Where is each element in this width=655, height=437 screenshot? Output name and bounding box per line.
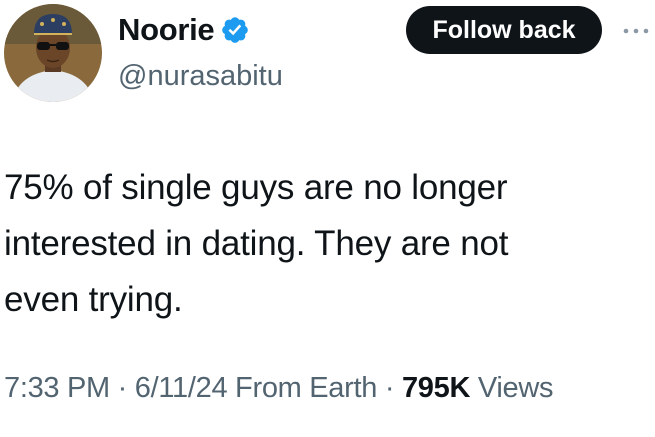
tweet-date[interactable]: 6/11/24 xyxy=(135,372,228,404)
views-label: Views xyxy=(470,372,554,404)
tweet-text: 75% of single guys are no longer interes… xyxy=(4,168,509,319)
author-name-row: Noorie xyxy=(118,10,250,50)
meta-separator: · xyxy=(377,372,402,404)
tweet-time[interactable]: 7:33 PM xyxy=(4,372,110,404)
more-options-icon[interactable] xyxy=(620,22,652,40)
avatar[interactable] xyxy=(4,4,102,102)
follow-back-button[interactable]: Follow back xyxy=(406,6,602,54)
avatar-photo xyxy=(4,4,102,102)
tweet-source: From Earth xyxy=(227,372,378,404)
verified-badge-icon xyxy=(220,15,250,45)
author-handle[interactable]: @nurasabitu xyxy=(118,60,283,93)
meta-separator: · xyxy=(109,372,135,404)
display-name[interactable]: Noorie xyxy=(118,12,215,48)
tweet-meta: 7:33 PM · 6/11/24 From Earth · 795K View… xyxy=(4,372,554,405)
views-count[interactable]: 795K xyxy=(402,372,470,404)
